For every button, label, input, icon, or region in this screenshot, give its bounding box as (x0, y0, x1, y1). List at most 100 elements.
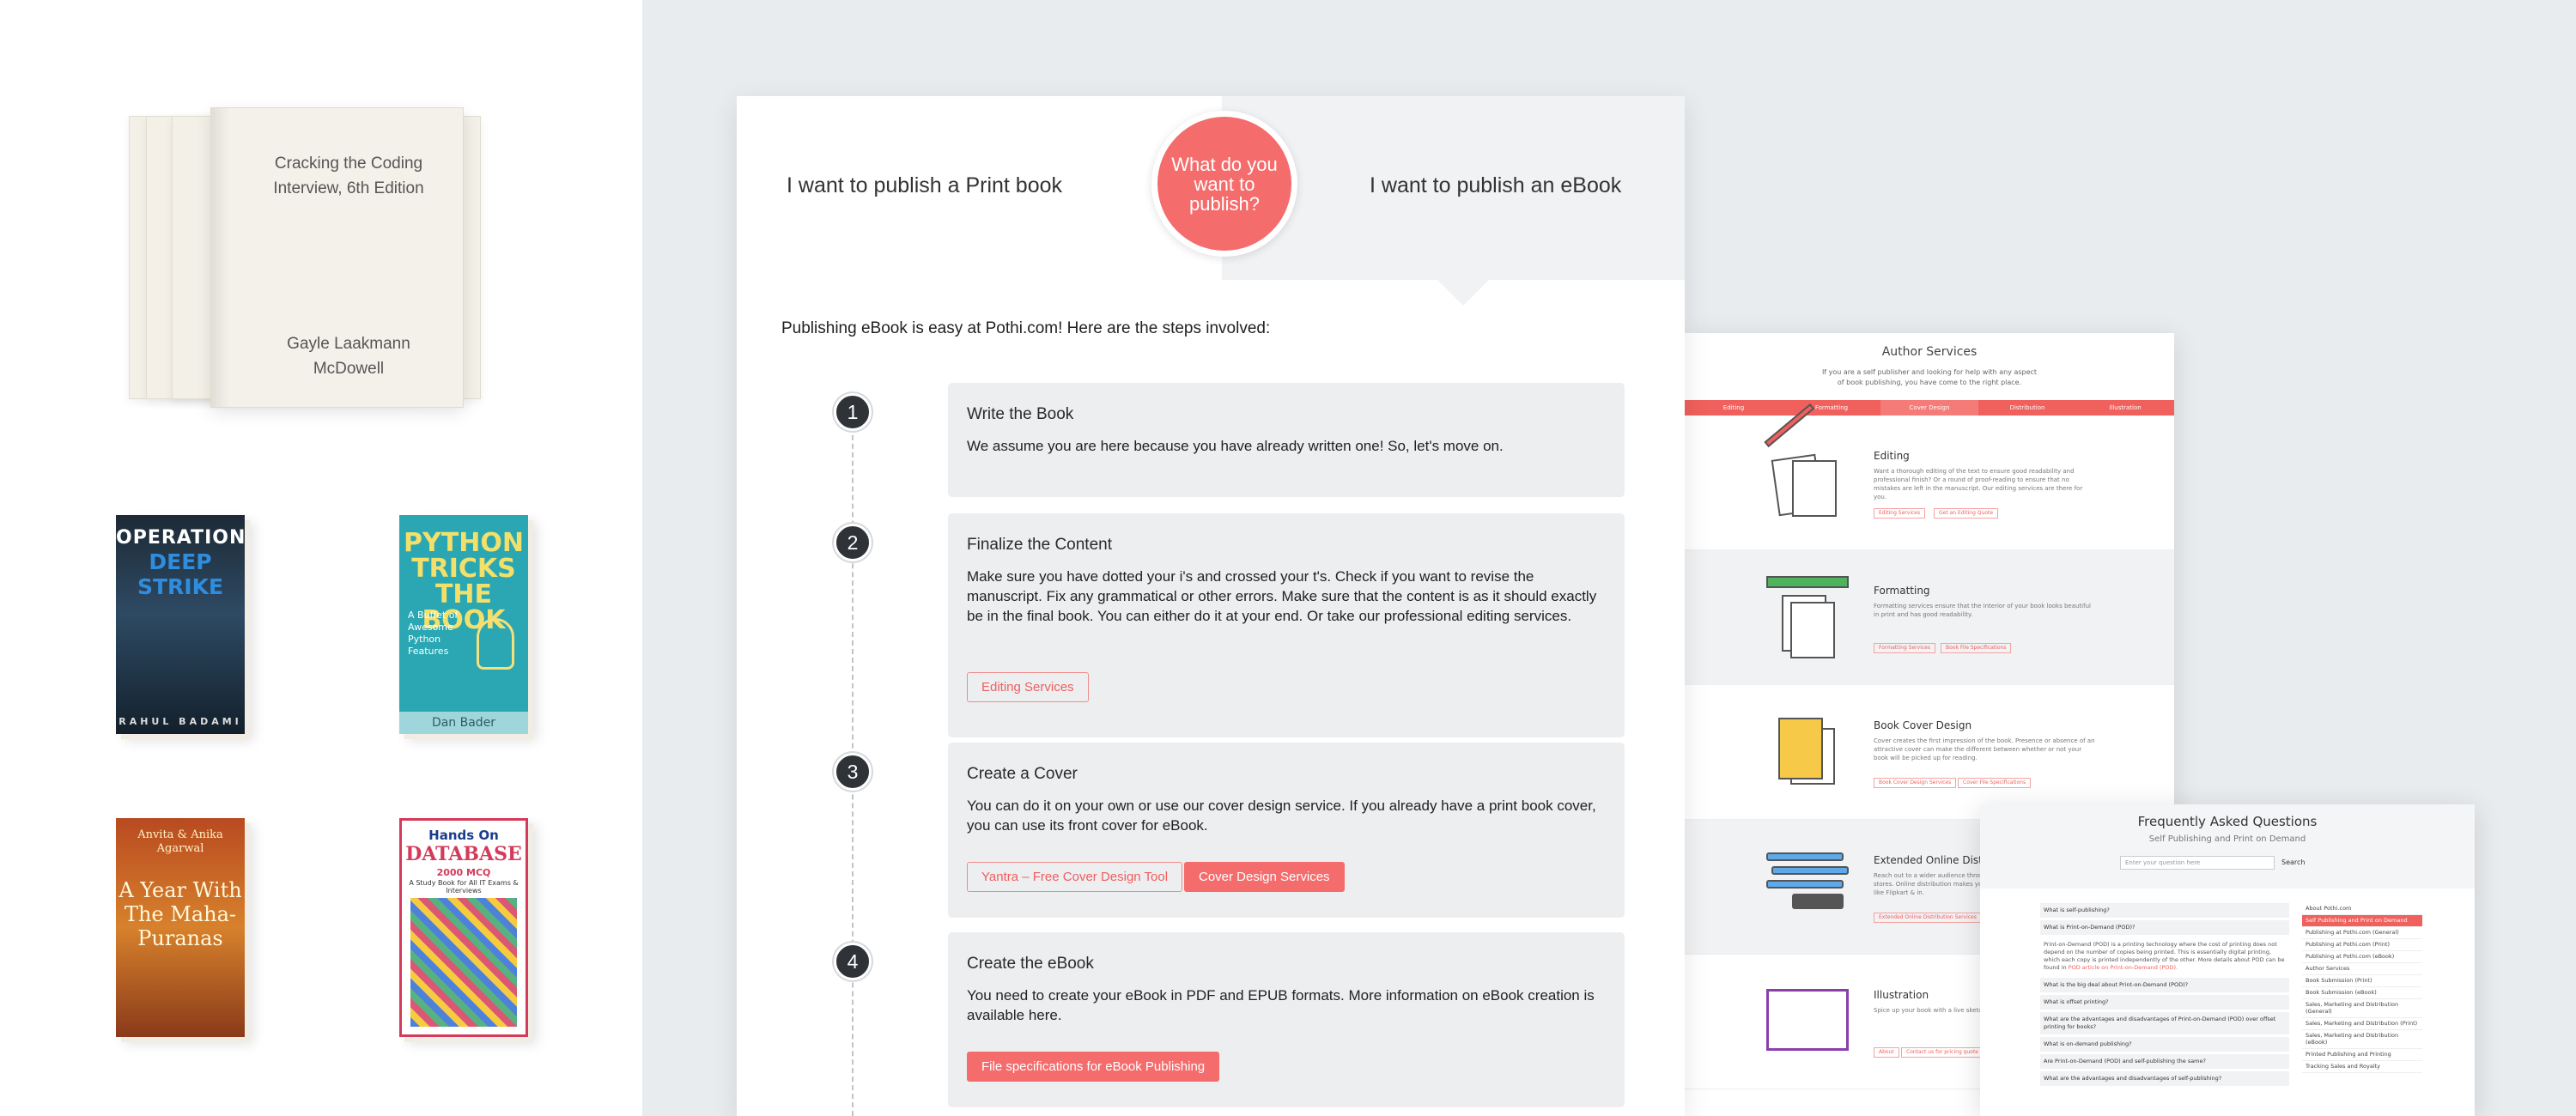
book-hands-on-database[interactable]: Hands On DATABASE 2000 MCQ A Study Book … (399, 818, 528, 1037)
service-button[interactable]: Extended Online Distribution Services (1874, 913, 1982, 923)
faq-search: Enter your question here Search (2120, 856, 2335, 870)
faq-category-list: About Pothi.com Self Publishing and Prin… (2302, 903, 2422, 1073)
faq-answer-link[interactable]: POD article on Print-on-Demand (POD). (2069, 964, 2178, 971)
formatting-illustration (1766, 576, 1849, 658)
faq-answer: Print-on-Demand (POD) is a printing tech… (2040, 937, 2289, 975)
faq-question[interactable]: What is on-demand publishing? (2040, 1037, 2289, 1052)
book-author: Anvita & Anika Agarwal (137, 828, 223, 855)
services-nav: Editing Formatting Cover Design Distribu… (1685, 400, 2174, 415)
faq-category[interactable]: Tracking Sales and Royalty (2302, 1061, 2422, 1073)
paper-icon (1790, 602, 1835, 658)
services-nav-distribution[interactable]: Distribution (1978, 400, 2076, 415)
book-subtitle: 2000 MCQ (436, 867, 491, 878)
editing-illustration (1764, 403, 1844, 523)
publish-type-selector: I want to publish a Print book I want to… (737, 96, 1685, 306)
book-stack-icon (1766, 880, 1844, 889)
book-author: Dan Bader (399, 712, 528, 734)
step-write-the-book: Write the Book We assume you are here be… (948, 383, 1625, 497)
tab-print-book[interactable]: I want to publish a Print book (737, 96, 1222, 280)
ebook-file-specifications-button[interactable]: File specifications for eBook Publishing (967, 1052, 1220, 1082)
faq-question[interactable]: What are the advantages and disadvantage… (2040, 1012, 2289, 1034)
faq-preview: Frequently Asked Questions Self Publishi… (1980, 804, 2475, 1116)
step-text: You need to create your eBook in PDF and… (967, 987, 1595, 1023)
step-finalize-the-content: Finalize the Content Make sure you have … (948, 513, 1625, 737)
faq-category[interactable]: Author Services (2302, 963, 2422, 975)
faq-category[interactable]: About Pothi.com (2302, 903, 2422, 915)
step-text: You can do it on your own or use our cov… (967, 798, 1596, 834)
book-cover: Cracking the Coding Interview, 6th Editi… (210, 107, 464, 408)
step-title: Finalize the Content (967, 536, 1112, 554)
faq-category[interactable]: Sales, Marketing and Distribution (Gener… (2302, 999, 2422, 1018)
toolbar-icon (1766, 576, 1849, 588)
bookshelf-panel: Cracking the Coding Interview, 6th Editi… (0, 0, 642, 1116)
book-stack-icon (1766, 852, 1844, 861)
question-circle: What do you want to publish? (1157, 117, 1291, 251)
faq-category[interactable]: Book Submission (eBook) (2302, 987, 2422, 999)
faq-question[interactable]: Are Print-on-Demand (POD) and self-publi… (2040, 1054, 2289, 1069)
faq-question[interactable]: What is offset printing? (2040, 995, 2289, 1010)
truck-icon (1792, 894, 1844, 909)
book-title: OPERATION (116, 527, 245, 549)
faq-subtitle: Self Publishing and Print on Demand (2148, 834, 2306, 844)
cover-design-services-button[interactable]: Cover Design Services (1184, 862, 1345, 892)
lightbulb-icon (477, 618, 514, 670)
step-number-4: 4 (834, 943, 872, 980)
book-operation-deep-strike[interactable]: OPERATION DEEP STRIKE RAHUL BADAMI (116, 515, 245, 734)
services-nav-editing[interactable]: Editing (1685, 400, 1783, 415)
faq-question[interactable]: What is the big deal about Print-on-Dema… (2040, 978, 2289, 992)
faq-search-input[interactable]: Enter your question here (2120, 856, 2275, 870)
services-nav-cover-design[interactable]: Cover Design (1880, 400, 1978, 415)
open-book-cracking-the-coding-interview[interactable]: Cracking the Coding Interview, 6th Editi… (129, 107, 507, 408)
faq-category[interactable]: Sales, Marketing and Distribution (Print… (2302, 1018, 2422, 1030)
yantra-cover-tool-button[interactable]: Yantra – Free Cover Design Tool (967, 862, 1183, 892)
step-title: Write the Book (967, 405, 1074, 423)
service-button[interactable]: Cover File Specifications (1958, 778, 2032, 788)
services-nav-illustration[interactable]: Illustration (2076, 400, 2174, 415)
service-button[interactable]: Get an Editing Quote (1934, 508, 1999, 519)
faq-category[interactable]: Publishing at Pothi.com (eBook) (2302, 951, 2422, 963)
faq-category[interactable]: Book Submission (Print) (2302, 975, 2422, 987)
paper-icon (1792, 460, 1837, 517)
faq-category[interactable]: Printed Publishing and Printing (2302, 1049, 2422, 1061)
service-button[interactable]: Contact us for pricing quote (1901, 1047, 1984, 1058)
database-artwork (410, 898, 517, 1027)
faq-question[interactable]: What is self-publishing? (2040, 903, 2289, 918)
service-name: Formatting (1874, 585, 1930, 597)
step-create-a-cover: Create a Cover You can do it on your own… (948, 743, 1625, 918)
question-badge: What do you want to publish? (1151, 111, 1297, 257)
book-python-tricks[interactable]: PYTHON TRICKS THE BOOK A Buffet of Aweso… (399, 515, 528, 734)
editing-services-button[interactable]: Editing Services (967, 672, 1089, 702)
faq-question[interactable]: What is Print-on-Demand (POD)? (2040, 920, 2289, 935)
faq-category[interactable]: Publishing at Pothi.com (General) (2302, 927, 2422, 939)
faq-question-list: What is self-publishing? What is Print-o… (2040, 903, 2289, 1089)
book-title: DEEP STRIKE (137, 549, 224, 599)
faq-search-button[interactable]: Search (2281, 856, 2305, 870)
step-text: Make sure you have dotted your i's and c… (967, 568, 1597, 624)
faq-category[interactable]: Sales, Marketing and Distribution (eBook… (2302, 1030, 2422, 1049)
step-number-3: 3 (834, 753, 872, 791)
book-subtitle: A Buffet of Awesome Python Features (408, 610, 459, 657)
service-description: Cover creates the first impression of th… (1874, 737, 2095, 761)
faq-category-active[interactable]: Self Publishing and Print on Demand (2302, 915, 2422, 927)
step-number-1: 1 (834, 393, 872, 431)
service-button[interactable]: Book File Specifications (1941, 643, 2012, 653)
services-subtitle: If you are a self publisher and looking … (1821, 368, 2038, 386)
book-tagline: A Study Book for All IT Exams & Intervie… (409, 879, 519, 895)
faq-title: Frequently Asked Questions (2137, 814, 2318, 829)
book-author: Gayle Laakmann McDowell (287, 335, 410, 378)
service-description: Want a thorough editing of the text to e… (1874, 468, 2083, 500)
faq-question[interactable]: What are the advantages and disadvantage… (2040, 1071, 2289, 1086)
publish-card: I want to publish a Print book I want to… (737, 96, 1685, 1116)
service-button[interactable]: About (1874, 1047, 1899, 1058)
book-year-with-maha-puranas[interactable]: Anvita & Anika Agarwal A Year With The M… (116, 818, 245, 1037)
service-button[interactable]: Editing Services (1874, 508, 1926, 519)
steps-intro: Publishing eBook is easy at Pothi.com! H… (781, 319, 1271, 337)
book-stack-icon (1771, 866, 1849, 875)
active-tab-pointer (1437, 280, 1489, 306)
service-description: Formatting services ensure that the inte… (1874, 603, 2091, 618)
service-button[interactable]: Book Cover Design Services (1874, 778, 1957, 788)
faq-category[interactable]: Publishing at Pothi.com (Print) (2302, 939, 2422, 951)
book-author: RAHUL BADAMI (118, 716, 242, 727)
service-button[interactable]: Formatting Services (1874, 643, 1935, 653)
services-title: Author Services (1881, 345, 1978, 359)
